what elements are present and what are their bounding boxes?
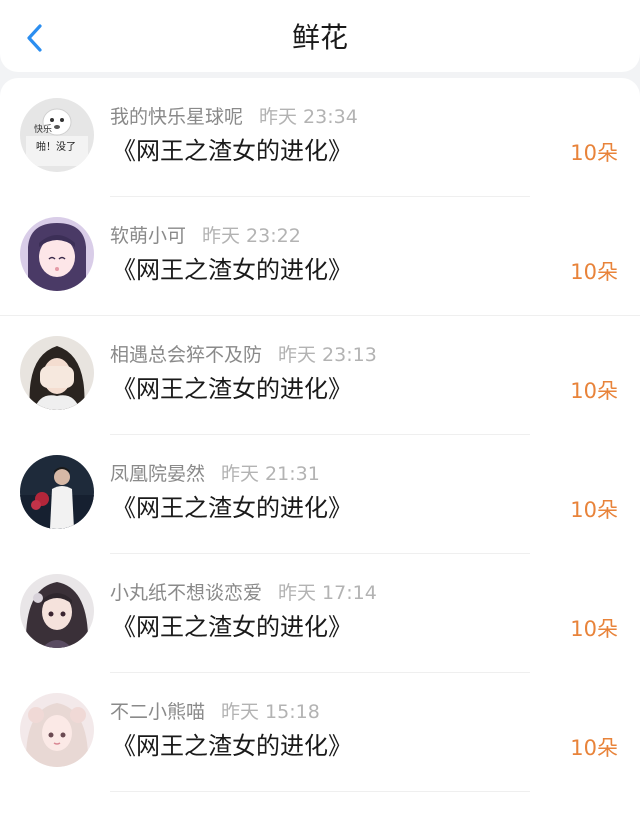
row-meta: 小丸纸不想谈恋爱 昨天 17:14 bbox=[110, 580, 377, 606]
flower-count: 10朵 bbox=[570, 379, 618, 403]
list-item[interactable]: 不二小熊喵 昨天 15:18 《网王之渣女的进化》 10朵 bbox=[0, 673, 640, 792]
page-title: 鲜花 bbox=[291, 21, 348, 54]
username[interactable]: 软萌小可 bbox=[110, 225, 186, 247]
timestamp: 昨天 17:14 bbox=[278, 582, 377, 604]
timestamp: 昨天 21:31 bbox=[221, 463, 320, 485]
avatar[interactable] bbox=[20, 336, 94, 410]
flower-list: 快乐 啪！没了 我的快乐星球呢 昨天 23:34 《网王之渣女的进化》 10朵 软… bbox=[0, 78, 640, 838]
flower-count: 10朵 bbox=[570, 736, 618, 760]
list-item[interactable]: 快乐 啪！没了 我的快乐星球呢 昨天 23:34 《网王之渣女的进化》 10朵 bbox=[0, 78, 640, 197]
divider bbox=[110, 791, 530, 792]
row-meta: 不二小熊喵 昨天 15:18 bbox=[110, 699, 320, 725]
timestamp: 昨天 23:13 bbox=[278, 344, 377, 366]
book-title[interactable]: 《网王之渣女的进化》 bbox=[112, 491, 352, 525]
flower-count: 10朵 bbox=[570, 260, 618, 284]
avatar[interactable] bbox=[20, 455, 94, 529]
list-item[interactable]: 相遇总会猝不及防 昨天 23:13 《网王之渣女的进化》 10朵 bbox=[0, 316, 640, 435]
svg-text:啪！没了: 啪！没了 bbox=[36, 140, 76, 153]
timestamp: 昨天 15:18 bbox=[221, 701, 320, 723]
avatar[interactable]: 快乐 啪！没了 bbox=[20, 98, 94, 172]
username[interactable]: 凤凰院晏然 bbox=[110, 463, 205, 485]
list-item[interactable]: 小丸纸不想谈恋爱 昨天 17:14 《网王之渣女的进化》 10朵 bbox=[0, 554, 640, 673]
flower-count: 10朵 bbox=[570, 141, 618, 165]
username[interactable]: 小丸纸不想谈恋爱 bbox=[110, 582, 262, 604]
row-meta: 我的快乐星球呢 昨天 23:34 bbox=[110, 104, 358, 130]
avatar[interactable] bbox=[20, 693, 94, 767]
timestamp: 昨天 23:34 bbox=[259, 106, 358, 128]
book-title[interactable]: 《网王之渣女的进化》 bbox=[112, 253, 352, 287]
username[interactable]: 我的快乐星球呢 bbox=[110, 106, 243, 128]
book-title[interactable]: 《网王之渣女的进化》 bbox=[112, 610, 352, 644]
list-item[interactable]: 软萌小可 昨天 23:22 《网王之渣女的进化》 10朵 bbox=[0, 197, 640, 316]
avatar[interactable] bbox=[20, 574, 94, 648]
row-meta: 凤凰院晏然 昨天 21:31 bbox=[110, 461, 320, 487]
flower-count: 10朵 bbox=[570, 498, 618, 522]
username[interactable]: 不二小熊喵 bbox=[110, 701, 205, 723]
header-bar: 鲜花 bbox=[0, 0, 640, 72]
svg-text:快乐: 快乐 bbox=[34, 123, 52, 135]
row-meta: 软萌小可 昨天 23:22 bbox=[110, 223, 301, 249]
book-title[interactable]: 《网王之渣女的进化》 bbox=[112, 729, 352, 763]
row-meta: 相遇总会猝不及防 昨天 23:13 bbox=[110, 342, 377, 368]
avatar[interactable] bbox=[20, 217, 94, 291]
list-item[interactable]: 凤凰院晏然 昨天 21:31 《网王之渣女的进化》 10朵 bbox=[0, 435, 640, 554]
flower-count: 10朵 bbox=[570, 617, 618, 641]
book-title[interactable]: 《网王之渣女的进化》 bbox=[112, 134, 352, 168]
username[interactable]: 相遇总会猝不及防 bbox=[110, 344, 262, 366]
timestamp: 昨天 23:22 bbox=[202, 225, 301, 247]
book-title[interactable]: 《网王之渣女的进化》 bbox=[112, 372, 352, 406]
